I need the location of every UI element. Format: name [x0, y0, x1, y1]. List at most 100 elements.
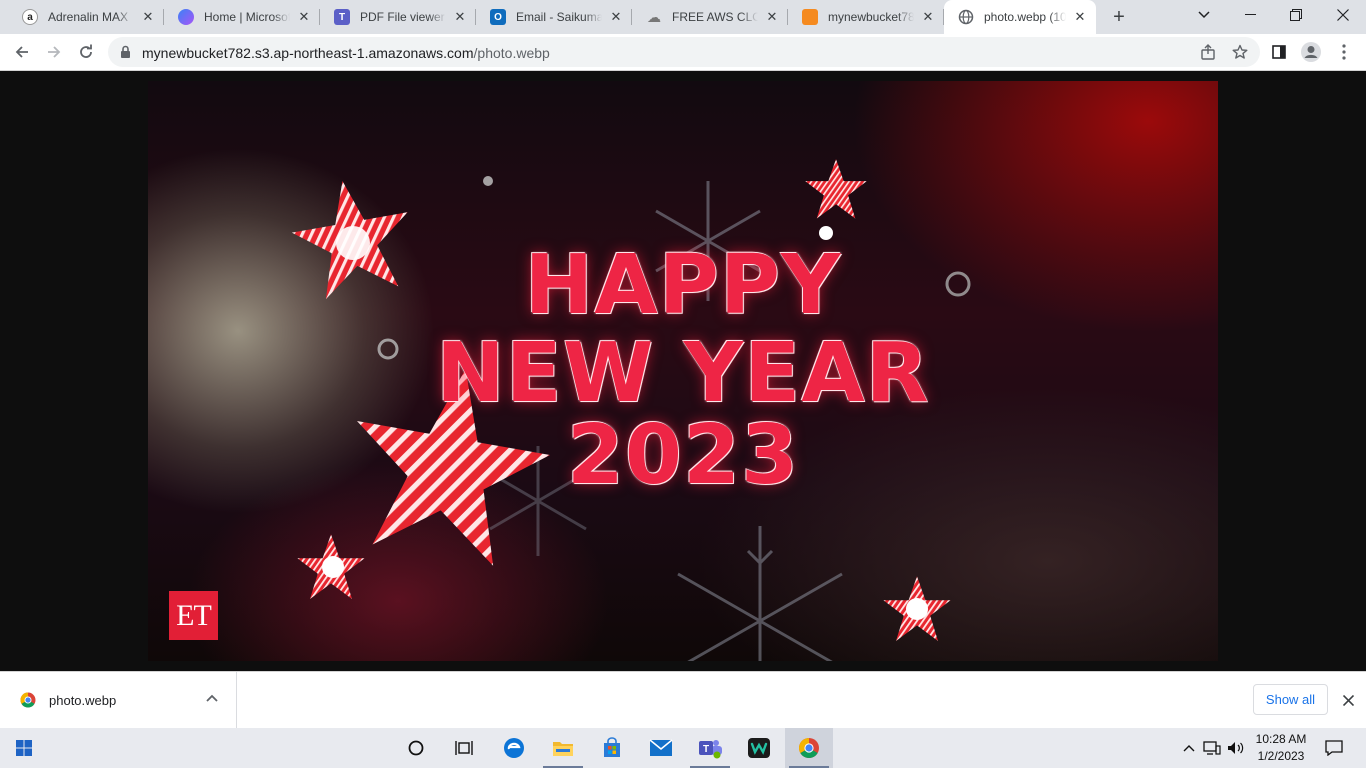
outlook-icon: O — [490, 9, 506, 25]
aws-box-icon — [802, 9, 818, 25]
webex-taskbar-button[interactable] — [735, 728, 783, 768]
lock-icon[interactable] — [120, 45, 131, 59]
webex-icon — [748, 738, 770, 758]
tab-microsoft-home[interactable]: Home | Microsoft ✕ — [164, 0, 320, 34]
close-tab-icon[interactable]: ✕ — [608, 9, 624, 25]
back-arrow-icon — [15, 46, 28, 58]
profile-button[interactable] — [1297, 38, 1325, 66]
network-button[interactable] — [1201, 728, 1223, 768]
close-tab-icon[interactable]: ✕ — [764, 9, 780, 25]
volume-icon — [1228, 742, 1244, 754]
tab-title: PDF File viewer | M — [360, 10, 446, 24]
forward-arrow-icon — [48, 46, 61, 58]
volume-button[interactable] — [1225, 728, 1247, 768]
download-filename: photo.webp — [49, 693, 117, 708]
chrome-menu-button[interactable] — [1330, 38, 1358, 66]
edge-icon — [504, 738, 524, 758]
start-button[interactable] — [0, 728, 48, 768]
close-tab-icon[interactable]: ✕ — [452, 9, 468, 25]
download-item[interactable]: photo.webp — [0, 672, 237, 728]
clock-time: 10:28 AM — [1255, 732, 1307, 746]
close-tab-icon[interactable]: ✕ — [920, 9, 936, 25]
share-icon[interactable] — [1200, 44, 1216, 60]
file-explorer-icon — [553, 742, 573, 756]
tab-title: Email - Saikumar — [516, 10, 602, 24]
task-view-icon — [455, 741, 473, 755]
task-view-button[interactable] — [440, 728, 488, 768]
cortana-button[interactable] — [392, 728, 440, 768]
close-tab-icon[interactable]: ✕ — [140, 9, 156, 25]
tab-aws-cloud[interactable]: ☁ FREE AWS CLOUD ✕ — [632, 0, 788, 34]
side-panel-button[interactable] — [1265, 38, 1293, 66]
close-window-button[interactable] — [1320, 0, 1366, 30]
url-text: mynewbucket782.s3.ap-northeast-1.amazona… — [142, 45, 550, 61]
network-icon — [1203, 741, 1221, 755]
address-bar[interactable]: mynewbucket782.s3.ap-northeast-1.amazona… — [108, 37, 1260, 67]
tab-email[interactable]: O Email - Saikumar ✕ — [476, 0, 632, 34]
chevron-up-icon[interactable] — [205, 692, 219, 706]
mail-taskbar-button[interactable] — [637, 728, 685, 768]
et-logo: ET — [169, 591, 218, 640]
tab-title: Home | Microsoft — [204, 10, 290, 24]
new-year-photo[interactable]: HAPPY NEW YEAR 2023 ET — [148, 81, 1218, 661]
tab-title: mynewbucket782 — [828, 10, 914, 24]
headline-new-year: NEW YEAR — [436, 326, 930, 421]
url-path: /photo.webp — [473, 45, 550, 61]
clock-date: 1/2/2023 — [1257, 749, 1305, 763]
tab-bucket[interactable]: mynewbucket782 ✕ — [788, 0, 944, 34]
cortana-icon — [408, 740, 424, 756]
tab-photo-active[interactable]: photo.webp (1070 ✕ — [944, 0, 1096, 34]
kebab-menu-icon — [1342, 44, 1346, 60]
chrome-icon — [799, 738, 819, 758]
teams-icon: T — [334, 9, 350, 25]
tab-search-button[interactable] — [1181, 0, 1227, 30]
tab-title: FREE AWS CLOUD — [672, 10, 758, 24]
edge-taskbar-button[interactable] — [490, 728, 538, 768]
back-button[interactable] — [8, 38, 36, 66]
file-explorer-taskbar-button[interactable] — [539, 728, 587, 768]
tab-title: Adrenalin MAX — [48, 10, 129, 24]
taskbar-clock[interactable]: 10:28 AM 1/2/2023 — [1252, 731, 1310, 765]
show-all-downloads-button[interactable]: Show all — [1253, 684, 1328, 715]
tab-pdf-viewer[interactable]: T PDF File viewer | M ✕ — [320, 0, 476, 34]
minimize-button[interactable] — [1227, 0, 1273, 30]
reload-icon — [80, 44, 92, 58]
headline-year: 2023 — [566, 408, 800, 503]
show-hidden-icons-button[interactable] — [1178, 728, 1200, 768]
teams-icon: T — [699, 740, 722, 759]
close-icon — [1342, 694, 1354, 706]
cloud-icon: ☁ — [647, 8, 661, 25]
amazon-icon: a — [22, 9, 38, 25]
tab-adrenalin[interactable]: a Adrenalin MAX ✕ — [8, 0, 164, 34]
close-tab-icon[interactable]: ✕ — [1072, 9, 1088, 25]
download-shelf: photo.webp Show all — [0, 671, 1366, 728]
chrome-taskbar-button[interactable] — [785, 728, 833, 768]
url-domain: mynewbucket782.s3.ap-northeast-1.amazona… — [142, 45, 474, 61]
side-panel-icon — [1272, 45, 1286, 59]
new-tab-button[interactable]: + — [1107, 5, 1131, 29]
notification-icon — [1325, 740, 1343, 756]
page-viewport: HAPPY NEW YEAR 2023 ET — [0, 71, 1366, 671]
restore-button[interactable] — [1273, 0, 1319, 30]
close-icon — [1337, 9, 1349, 21]
browser-toolbar: mynewbucket782.s3.ap-northeast-1.amazona… — [0, 34, 1366, 71]
forward-button[interactable] — [40, 38, 68, 66]
teams-taskbar-button[interactable]: T — [686, 728, 734, 768]
profile-avatar-icon — [1301, 42, 1321, 62]
minimize-icon — [1244, 14, 1256, 15]
microsoft-store-icon — [604, 737, 620, 757]
close-shelf-button[interactable] — [1339, 691, 1357, 709]
headline-happy: HAPPY — [524, 238, 842, 333]
bookmark-star-icon[interactable] — [1232, 44, 1248, 60]
chevron-up-icon — [1183, 745, 1195, 752]
microsoft-copilot-icon — [178, 9, 194, 25]
close-tab-icon[interactable]: ✕ — [296, 9, 312, 25]
restore-icon — [1290, 9, 1302, 21]
action-center-button[interactable] — [1320, 728, 1348, 768]
globe-icon — [958, 9, 974, 25]
microsoft-store-taskbar-button[interactable] — [588, 728, 636, 768]
reload-button[interactable] — [72, 38, 100, 66]
tab-strip: a Adrenalin MAX ✕ Home | Microsoft ✕ T P… — [0, 0, 1366, 34]
tab-title: photo.webp (1070 — [984, 10, 1066, 24]
chrome-file-icon — [20, 692, 36, 708]
